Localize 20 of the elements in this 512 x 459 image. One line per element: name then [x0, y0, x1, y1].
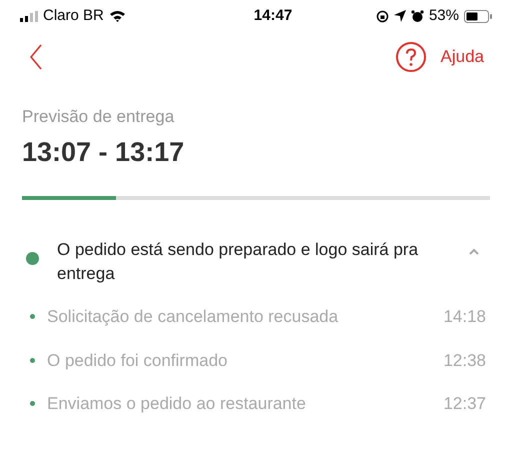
battery-icon: [464, 10, 492, 22]
battery-percent: 53%: [428, 6, 459, 26]
location-icon: [394, 10, 406, 22]
help-button[interactable]: Ajuda: [394, 41, 484, 73]
wifi-icon: [108, 10, 126, 22]
history-event: Solicitação de cancelamento recusada: [47, 306, 338, 328]
history-event: Enviamos o pedido ao restaurante: [47, 393, 306, 415]
help-icon: [394, 41, 427, 73]
history-event: O pedido foi confirmado: [47, 350, 228, 372]
alarm-icon: [410, 10, 424, 22]
delivery-time: 13:07 - 13:17: [22, 136, 186, 168]
current-status: O pedido está sendo preparado e logo sairá pra entrega: [57, 239, 420, 285]
event-time: 12:37: [443, 393, 486, 415]
event-time: 14:18: [443, 306, 486, 328]
delivery-label: Previsão de entrega: [22, 106, 176, 128]
clock: 14:47: [252, 6, 294, 26]
carrier-name: Claro BR: [43, 6, 104, 26]
event-time: 12:38: [443, 350, 486, 372]
signal-icon: [20, 10, 38, 22]
rotation-lock-icon: [376, 10, 389, 22]
